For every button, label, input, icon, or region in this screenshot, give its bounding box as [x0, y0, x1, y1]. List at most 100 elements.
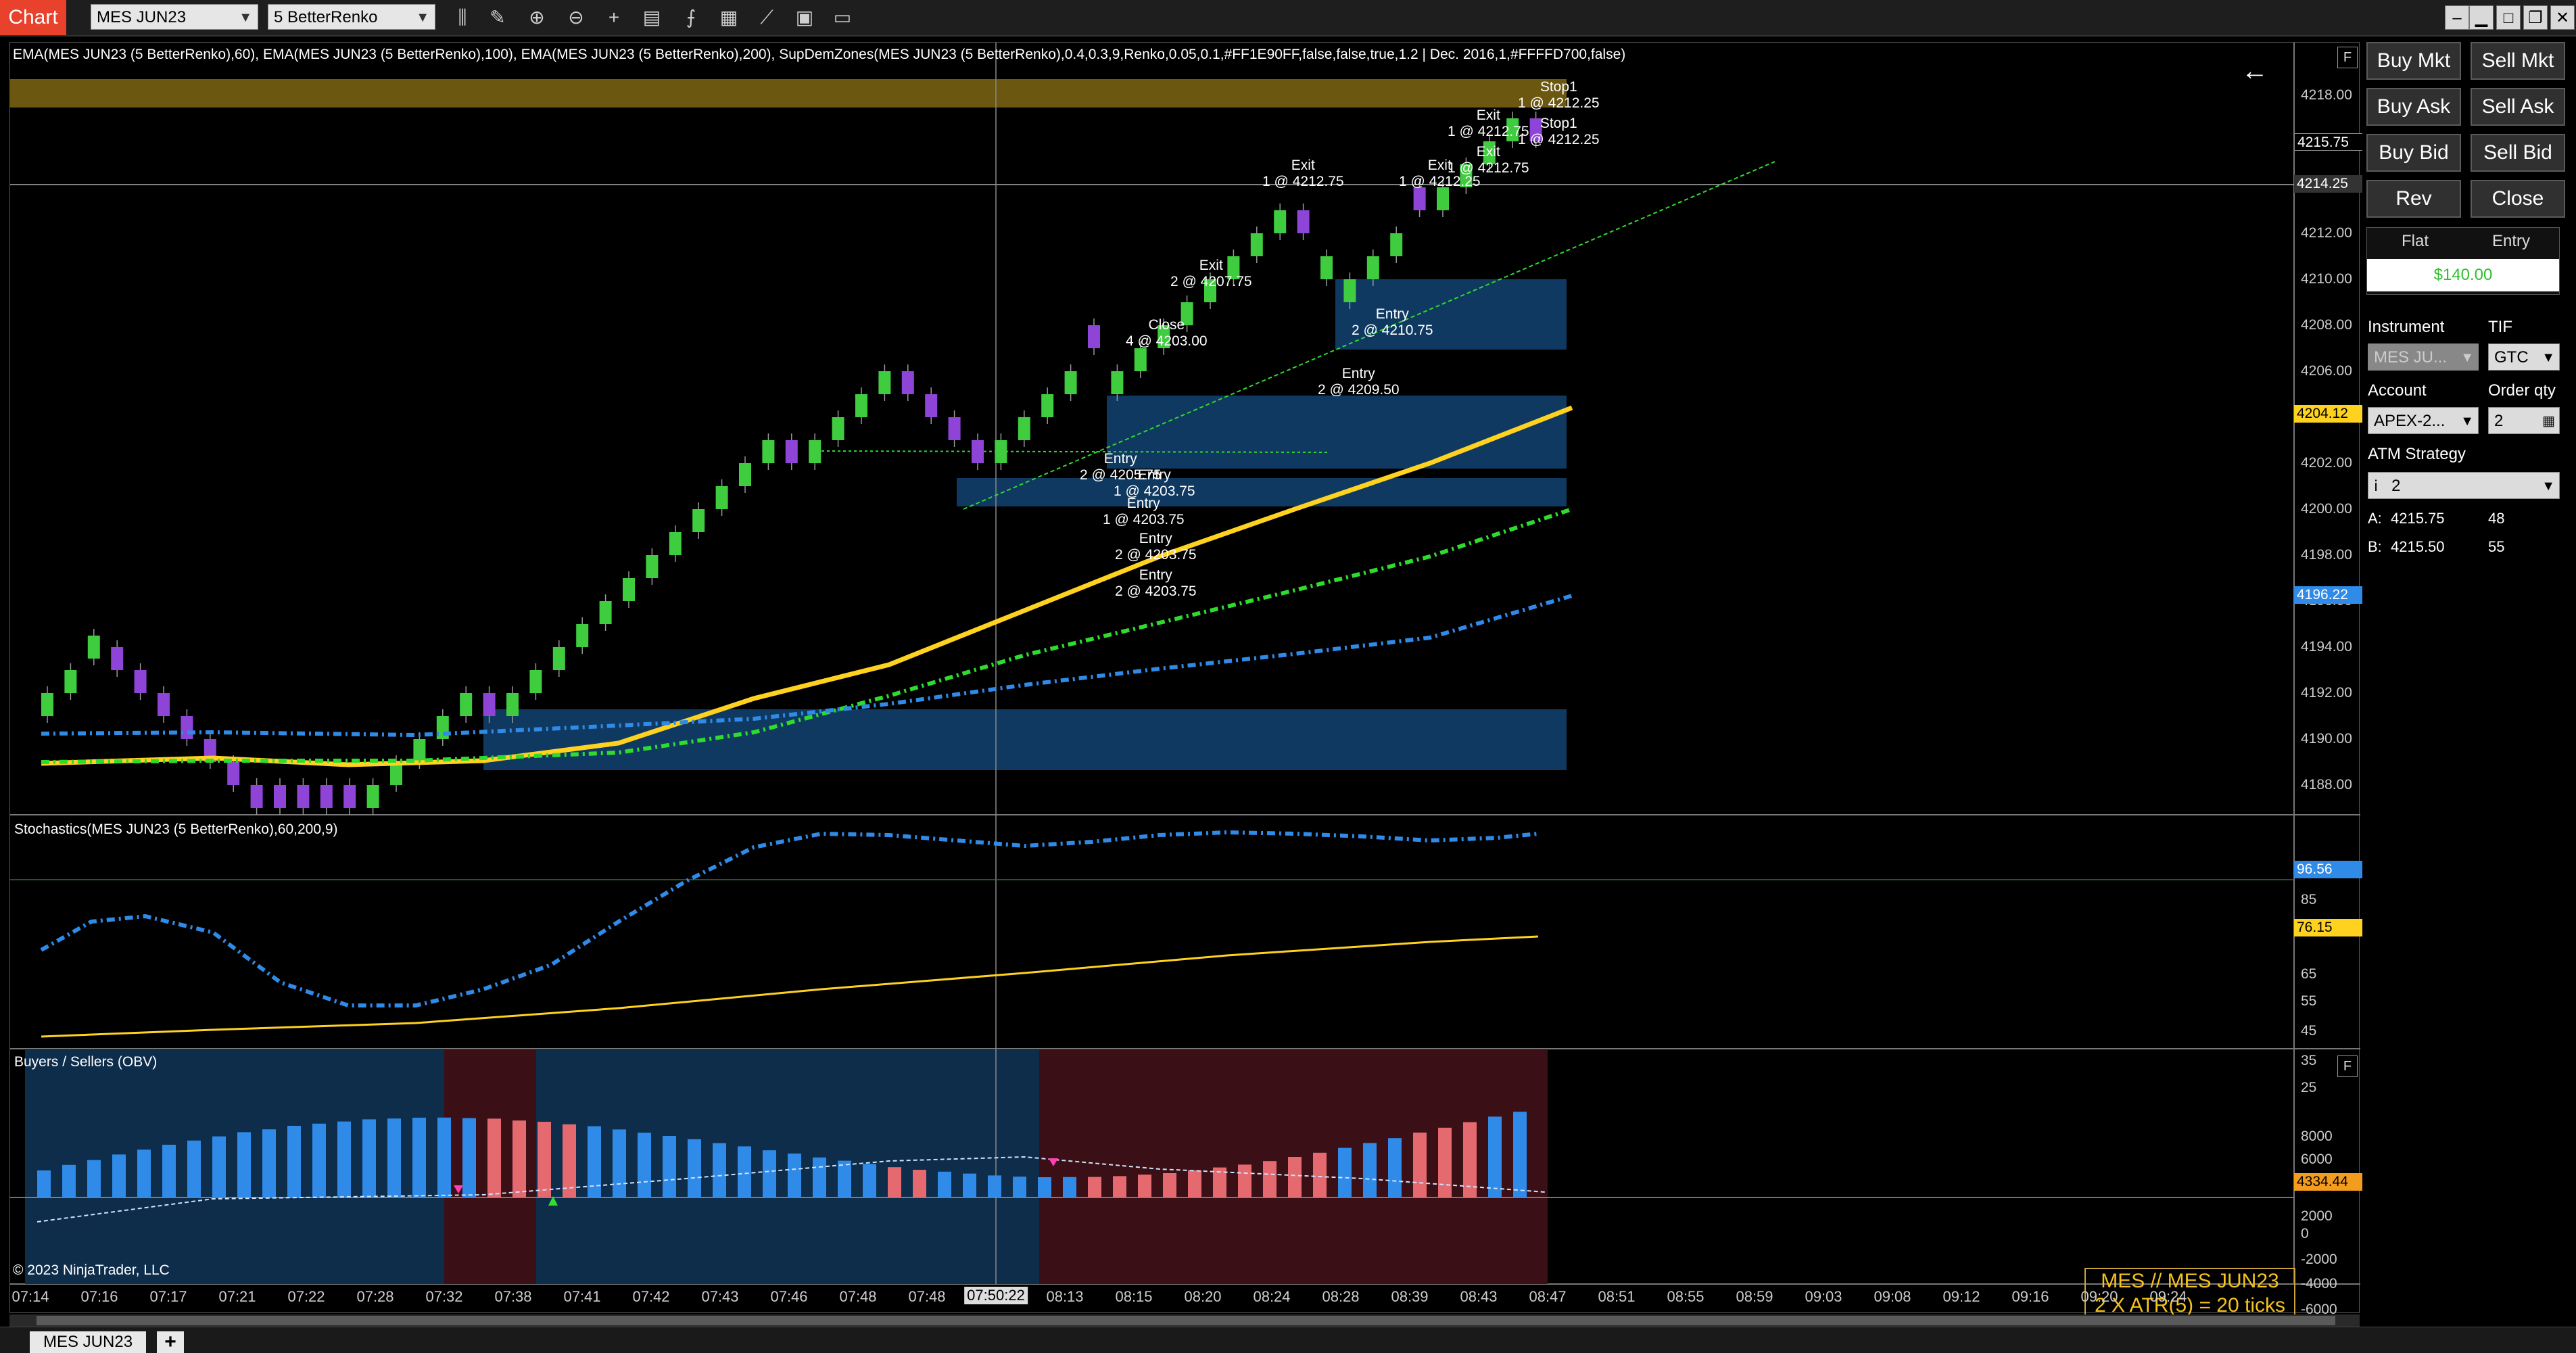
instrument-label: Instrument [2368, 318, 2445, 336]
order-type: Close [1148, 317, 1185, 333]
indicators-icon[interactable]: ⨍ [677, 4, 705, 31]
app-title[interactable]: Chart [0, 0, 66, 35]
close-position-button[interactable]: Close [2471, 180, 2565, 218]
close-button[interactable]: ✕ [2550, 5, 2575, 30]
obv-bar [613, 1129, 626, 1197]
demand-zone-4 [483, 709, 1567, 770]
stochastics-axis[interactable]: 85 65 55 45 35 25 96.56 76.15 [2294, 816, 2370, 1095]
stepper-icon[interactable]: ▦ [2542, 408, 2555, 435]
obv-bar [187, 1140, 201, 1197]
instrument-select-panel[interactable]: MES JU... ▼ [2368, 343, 2479, 371]
order-marker-label[interactable]: Entry 2 @ 4210.75 [1352, 306, 1433, 339]
maximize-button[interactable]: □ [2496, 5, 2521, 30]
instrument-select[interactable]: MES JUN23 ▼ [91, 4, 258, 30]
order-marker-label[interactable]: Entry 1 @ 4203.75 [1103, 496, 1185, 528]
time-tick-label: 07:21 [218, 1288, 256, 1305]
strategies-icon[interactable]: ▦ [715, 4, 742, 31]
atm-strategy-select[interactable]: ⅰ 2 ▼ [2368, 472, 2560, 499]
price-tick-label: 4208.00 [2301, 317, 2352, 333]
order-marker-label[interactable]: Entry 1 @ 4203.75 [1114, 467, 1195, 500]
order-marker-label[interactable]: Stop1 1 @ 4212.25 [1518, 79, 1600, 112]
info-icon[interactable]: ⅰ [2374, 477, 2378, 494]
obv-bar [1013, 1177, 1026, 1197]
candle [785, 440, 798, 463]
stoch-tick-label: 85 [2301, 892, 2317, 907]
order-marker-label[interactable]: Stop1 1 @ 4212.25 [1518, 116, 1600, 148]
time-tick-label: 08:24 [1253, 1288, 1291, 1305]
obv-tick-label: 0 [2301, 1226, 2309, 1241]
price-marker-label: 4204.12 [2294, 405, 2367, 423]
order-marker-label[interactable]: Close 4 @ 4203.00 [1126, 317, 1208, 350]
chart-trader-icon[interactable]: ▣ [791, 4, 818, 31]
sell-market-button[interactable]: Sell Mkt [2471, 42, 2565, 80]
chart-svg[interactable] [10, 43, 2360, 1314]
sell-ask-button[interactable]: Sell Ask [2471, 88, 2565, 126]
bar-type-select[interactable]: 5 BetterRenko ▼ [268, 4, 435, 30]
crosshair-icon[interactable]: + [600, 4, 627, 31]
obv-bar [1513, 1112, 1527, 1197]
obv-bar [512, 1120, 526, 1197]
candle [87, 636, 100, 659]
obv-bar [838, 1160, 851, 1197]
obv-bar [1363, 1143, 1377, 1197]
price-axis[interactable]: 4218.004216.004214.004212.004210.004208.… [2294, 43, 2370, 813]
add-tab-button[interactable]: + [157, 1331, 184, 1353]
candle [576, 624, 589, 647]
sell-bid-button[interactable]: Sell Bid [2471, 134, 2565, 172]
obv-bar [1388, 1138, 1402, 1197]
atm-strategy-value: 2 [2391, 477, 2401, 495]
candle [646, 555, 659, 578]
chart-panel[interactable]: EMA(MES JUN23 (5 BetterRenko),60), EMA(M… [9, 42, 2367, 1322]
order-fill: 2 @ 4209.50 [1318, 382, 1400, 398]
obv-legend: Buyers / Sellers (OBV) [14, 1054, 158, 1070]
reverse-button[interactable]: Rev [2366, 180, 2461, 218]
account-select[interactable]: APEX-2... ▼ [2368, 407, 2479, 434]
order-fill: 1 @ 4203.75 [1103, 512, 1185, 527]
time-tick-label: 07:22 [287, 1288, 325, 1305]
horizontal-scrollbar[interactable] [9, 1314, 2360, 1327]
buy-ask-button[interactable]: Buy Ask [2366, 88, 2461, 126]
time-axis[interactable]: 07:14 07:16 07:17 07:21 07:22 07:28 07:32 07:38… [10, 1284, 2294, 1311]
workspace-icon[interactable]: ▭ [829, 4, 856, 31]
pencil-icon[interactable]: ✎ [484, 4, 511, 31]
buy-market-button[interactable]: Buy Mkt [2366, 42, 2461, 80]
zoom-in-icon[interactable]: ⊕ [523, 4, 550, 31]
order-marker-label[interactable]: Exit 1 @ 4212.75 [1448, 108, 1529, 140]
obv-bar [112, 1154, 126, 1197]
obv-bar [713, 1143, 726, 1197]
time-tick-label: 09:03 [1805, 1288, 1842, 1305]
order-marker-label[interactable]: Exit 1 @ 4212.25 [1399, 158, 1481, 190]
order-marker-label[interactable]: Entry 2 @ 4203.75 [1115, 531, 1197, 563]
candle [1018, 417, 1030, 440]
obv-bar [137, 1149, 151, 1197]
order-marker-label[interactable]: Entry 2 @ 4203.75 [1115, 567, 1197, 600]
scrollbar-thumb[interactable] [37, 1316, 2335, 1325]
obv-bar [588, 1126, 601, 1197]
candle [529, 670, 542, 693]
zoom-out-icon[interactable]: ⊖ [563, 4, 590, 31]
tab-bar: MES JUN23 + [0, 1327, 2576, 1353]
tab-mes-jun23[interactable]: MES JUN23 [30, 1331, 147, 1353]
minimize-icon-button[interactable]: ▁ [2469, 5, 2494, 30]
back-arrow-icon[interactable]: ← [2241, 56, 2271, 86]
obv-axis[interactable]: 8000 6000 2000 0 -2000 -4000 -6000 4334.44 [2294, 1049, 2370, 1317]
order-qty-stepper[interactable]: 2 ▦ [2488, 407, 2560, 434]
properties-icon[interactable]: ▤ [638, 4, 665, 31]
order-marker-label[interactable]: Exit 2 @ 4207.75 [1170, 258, 1252, 290]
order-type: Entry [1139, 567, 1172, 583]
obv-bar [337, 1121, 351, 1197]
time-tick-label: 07:28 [356, 1288, 394, 1305]
minimize-button[interactable]: – [2445, 5, 2469, 30]
templates-icon[interactable]: ⟋ [753, 4, 780, 31]
time-tick-label: 08:47 [1529, 1288, 1567, 1305]
restore-button[interactable]: ❐ [2523, 5, 2548, 30]
candle [460, 693, 473, 716]
tif-select[interactable]: GTC ▼ [2488, 343, 2560, 371]
buy-bid-button[interactable]: Buy Bid [2366, 134, 2461, 172]
order-marker-label[interactable]: Exit 1 @ 4212.75 [1262, 158, 1344, 190]
order-marker-label[interactable]: Entry 2 @ 4209.50 [1318, 366, 1400, 398]
atm-strategy-label: ATM Strategy [2368, 445, 2466, 463]
order-type: Entry [1126, 496, 1160, 511]
chevron-down-icon: ▼ [239, 10, 252, 25]
bars-icon[interactable]: ⫼ [449, 4, 476, 31]
